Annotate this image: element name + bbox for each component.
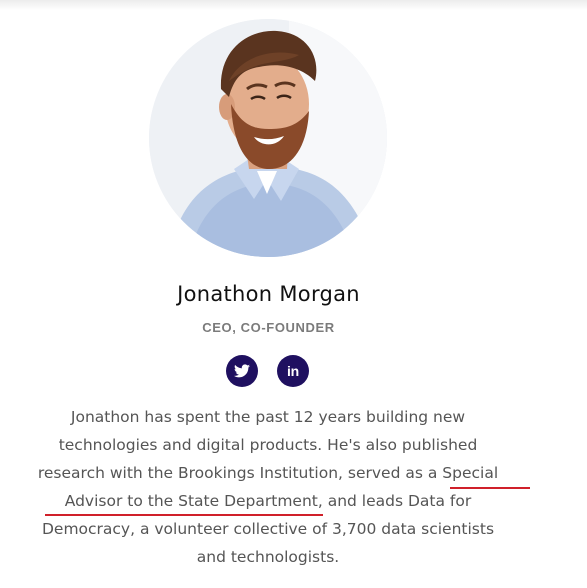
bio-line: research with the Brookings Institution,… <box>37 464 499 482</box>
red-underline-annotation <box>45 514 323 516</box>
bio-line: and technologists. <box>196 548 340 566</box>
bio-line: technologies and digital products. He's … <box>58 436 478 454</box>
profile-bio: Jonathon has spent the past 12 years bui… <box>10 403 526 571</box>
profile-role: CEO, CO-FOUNDER <box>202 320 335 335</box>
twitter-link[interactable] <box>226 355 258 387</box>
top-edge-shadow <box>0 0 587 10</box>
linkedin-icon: in <box>286 363 300 379</box>
linkedin-link[interactable]: in <box>277 355 309 387</box>
bio-line: Democracy, a volunteer collective of 3,7… <box>41 520 495 538</box>
red-underline-annotation <box>450 487 530 489</box>
profile-photo <box>149 19 387 257</box>
profile-name: Jonathon Morgan <box>177 282 360 306</box>
bio-line: Advisor to the State Department, and lea… <box>64 492 472 510</box>
twitter-icon <box>234 364 250 378</box>
bio-line: Jonathon has spent the past 12 years bui… <box>70 408 466 426</box>
portrait-illustration <box>149 19 387 257</box>
